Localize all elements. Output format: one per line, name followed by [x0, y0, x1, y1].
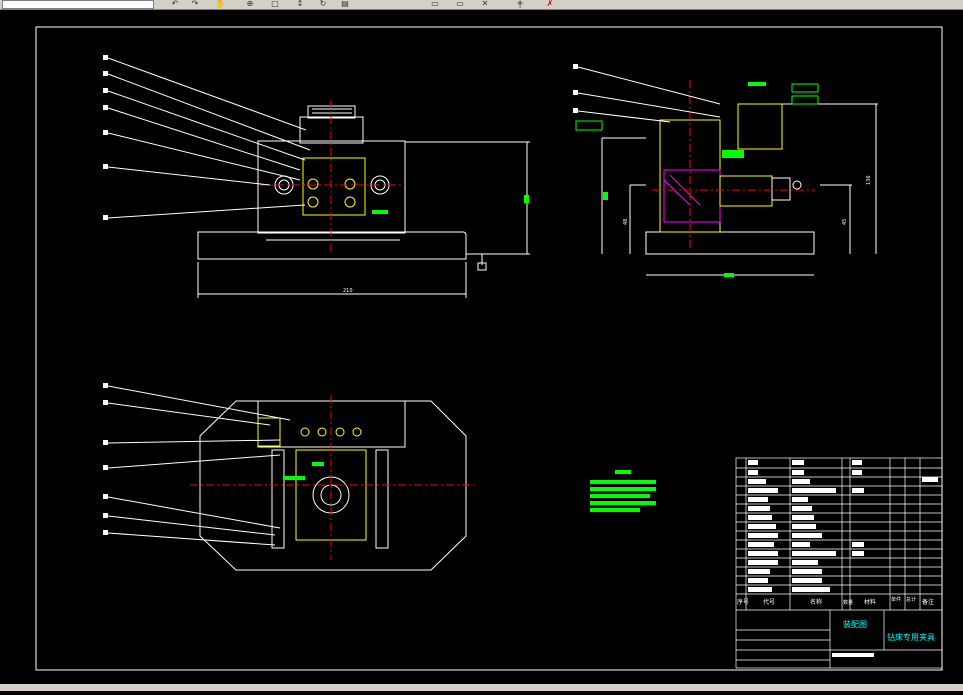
parts-list-header-unit: 单件 — [891, 596, 901, 603]
rotate-icon[interactable]: ↻ — [318, 0, 328, 8]
front-width-dimension: 210 — [343, 288, 353, 294]
parts-list-header-name: 名称 — [810, 598, 822, 606]
pan-icon[interactable]: ✋ — [215, 0, 225, 8]
front-view: 210 — [103, 55, 530, 298]
parts-list-header-material: 材料 — [864, 598, 876, 606]
parts-list-header-code: 代号 — [763, 598, 775, 606]
redo-icon[interactable]: ↷ — [190, 0, 200, 8]
side-left-dimension: 48 — [623, 219, 629, 225]
paste-icon[interactable]: ✕ — [480, 0, 490, 8]
parts-list-header-total: 总计 — [906, 596, 916, 603]
technical-requirements — [590, 470, 656, 512]
match-icon[interactable]: ▭ — [430, 0, 440, 8]
zoom-previous-icon[interactable]: ↕ — [295, 0, 305, 8]
side-right-dimension: 45 — [842, 219, 848, 225]
drawing-name: 装配图 — [843, 619, 867, 629]
copy-icon[interactable]: ▭ — [455, 0, 465, 8]
top-view — [103, 383, 476, 571]
cad-toolbar: ↶ ↷ ✋ ⊕ □ ↕ ↻ ▤ ▭ ▭ ✕ ╪ ✗ — [0, 0, 963, 10]
side-view: 136 48 45 — [573, 64, 878, 277]
properties-icon[interactable]: ▤ — [340, 0, 350, 8]
side-height-dimension: 136 — [866, 175, 872, 185]
layer-combobox[interactable] — [2, 0, 154, 9]
parts-list-header-qty: 数量 — [843, 599, 853, 606]
zoom-window-icon[interactable]: □ — [270, 0, 280, 8]
drawing-canvas[interactable]: 210 136 48 45 序号 代号 名称 数量 材料 单件 总计 备注 装配… — [0, 10, 963, 691]
zoom-icon[interactable]: ⊕ — [245, 0, 255, 8]
product-name: 钻床专用夹具 — [887, 632, 935, 642]
status-strip — [0, 684, 963, 691]
cut-icon[interactable]: ╪ — [515, 0, 525, 8]
help-icon[interactable]: ✗ — [545, 0, 555, 8]
undo-icon[interactable]: ↶ — [170, 0, 180, 8]
parts-list-header-remarks: 备注 — [922, 598, 934, 606]
parts-list-header-serial: 序号 — [737, 598, 749, 606]
